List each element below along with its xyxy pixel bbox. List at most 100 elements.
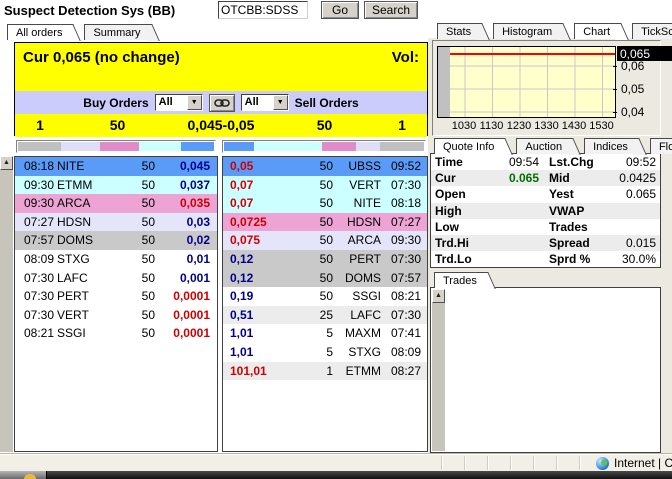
order-size: 50: [291, 231, 333, 250]
tab-analysis-tickscope[interactable]: TickScope: [632, 23, 672, 39]
ask-price: 0,075: [223, 231, 291, 250]
y-axis-label: 0,06: [621, 59, 644, 73]
quote-banner-box: Cur 0,065 (no change) Vol: Buy Orders Al…: [14, 42, 428, 136]
inside-spread: 0,045-0,05: [170, 114, 272, 137]
ask-price: 0,19: [223, 287, 291, 306]
order-size: 50: [113, 324, 155, 343]
tab-quote-indices[interactable]: Indices: [584, 138, 636, 154]
sell-order-row[interactable]: 0,072550HDSN07:27: [223, 213, 427, 232]
tab-quote-auction[interactable]: Auction: [516, 138, 570, 154]
quote-info-row: OpenYest0.065: [431, 186, 660, 202]
sell-order-row[interactable]: 0,0750NITE08:18: [223, 194, 427, 213]
buy-order-row[interactable]: 07:30VERT500,0001: [15, 306, 217, 325]
sell-order-row[interactable]: 101,011ETMM08:27: [223, 362, 427, 381]
order-size: 50: [291, 213, 333, 232]
tab-orders-summary[interactable]: Summary: [84, 24, 148, 40]
buy-order-row[interactable]: 07:30PERT500,0001: [15, 287, 217, 306]
link-books-button[interactable]: [209, 94, 235, 112]
quote-label: Trades: [539, 219, 601, 235]
order-time: 07:57: [15, 231, 57, 250]
trades-scrollbar[interactable]: ▲: [432, 289, 445, 451]
tab-analysis-stats[interactable]: Stats: [437, 23, 479, 39]
x-axis-label: 1430: [560, 120, 588, 132]
trading-app-window: Suspect Detection Sys (BB) Go Search All…: [0, 0, 672, 479]
tab-trades-trades[interactable]: Trades: [434, 272, 485, 288]
buy-size-total: 50: [65, 114, 170, 137]
bid-price: 0,045: [155, 157, 217, 176]
taskbar-button[interactable]: [0, 471, 47, 479]
search-button[interactable]: Search: [364, 1, 418, 19]
order-time: 07:41: [381, 324, 427, 343]
buy-order-row[interactable]: 09:30ARCA500,035: [15, 194, 217, 213]
sell-filter-value: All: [242, 95, 273, 110]
status-cell-divider: [487, 456, 488, 470]
tab-analysis-histogram[interactable]: Histogram: [493, 23, 560, 39]
scroll-up-icon[interactable]: ▲: [0, 156, 13, 170]
sell-order-row[interactable]: 0,5125LAFC07:30: [223, 306, 427, 325]
sell-filter-select[interactable]: All ▼: [241, 94, 289, 111]
order-size: 50: [113, 157, 155, 176]
tab-analysis-chart[interactable]: Chart: [574, 23, 618, 39]
order-size: 50: [113, 231, 155, 250]
market-maker: DOMS: [57, 231, 113, 250]
orders-tabbar: All orders Summary: [7, 24, 163, 40]
buy-order-row[interactable]: 08:21SSGI500,0001: [15, 324, 217, 343]
quote-value: 0.0425: [601, 170, 660, 186]
current-price-text: Cur 0,065 (no change): [23, 49, 180, 66]
depth-segment: [322, 142, 356, 151]
quote-info-row: Cur0.065Mid0.0425: [431, 170, 660, 186]
buy-order-row[interactable]: 07:57DOMS500,02: [15, 231, 217, 250]
order-time: 07:57: [381, 269, 427, 288]
scroll-up-icon[interactable]: ▲: [432, 289, 445, 303]
order-time: 07:30: [381, 250, 427, 269]
depth-segment: [18, 142, 61, 151]
book-scrollbar[interactable]: ▲: [0, 156, 13, 452]
symbol-input[interactable]: [218, 1, 308, 19]
tab-orders-all-orders[interactable]: All orders: [7, 24, 70, 40]
chevron-down-icon[interactable]: ▼: [273, 95, 288, 110]
sell-order-row[interactable]: 0,1950SSGI08:21: [223, 287, 427, 306]
market-maker: PERT: [57, 287, 113, 306]
quote-value: 0.015: [601, 235, 660, 251]
status-cell-divider: [510, 456, 511, 470]
sell-order-row[interactable]: 1,015STXG08:09: [223, 343, 427, 362]
market-maker: STXG: [333, 343, 381, 362]
order-time: 07:30: [15, 287, 57, 306]
y-axis-label: 0,05: [621, 82, 644, 96]
order-time: 07:30: [15, 269, 57, 288]
buy-order-row[interactable]: 07:27HDSN500,03: [15, 213, 217, 232]
x-axis-label: 1230: [505, 120, 533, 132]
quote-info-row: LowTrades: [431, 219, 660, 235]
quote-value: [601, 203, 660, 219]
tab-quote-flow[interactable]: Flow: [650, 138, 672, 154]
sell-order-row[interactable]: 0,1250DOMS07:57: [223, 269, 427, 288]
quote-label: Trd.Hi: [431, 235, 489, 251]
order-time: 08:21: [15, 324, 57, 343]
market-maker: VERT: [333, 176, 381, 195]
buy-mm-count: 1: [15, 114, 65, 137]
order-size: 50: [291, 287, 333, 306]
market-maker: NITE: [57, 157, 113, 176]
buy-filter-select[interactable]: All ▼: [155, 94, 203, 111]
sell-order-row[interactable]: 0,0750VERT07:30: [223, 176, 427, 195]
go-button[interactable]: Go: [321, 1, 359, 19]
depth-segment: [356, 142, 380, 151]
quote-label: Trd.Lo: [431, 251, 489, 267]
bid-price: 0,01: [155, 250, 217, 269]
bid-price: 0,037: [155, 176, 217, 195]
sell-order-row[interactable]: 0,0550UBSS09:52: [223, 157, 427, 176]
sell-order-row[interactable]: 1,015MAXM07:41: [223, 324, 427, 343]
sell-order-row[interactable]: 0,07550ARCA09:30: [223, 231, 427, 250]
status-cell-divider: [556, 456, 557, 470]
volume-label: Vol:: [392, 49, 419, 66]
market-maker: UBSS: [333, 157, 381, 176]
order-size: 50: [291, 176, 333, 195]
chevron-down-icon[interactable]: ▼: [187, 95, 202, 110]
buy-order-row[interactable]: 08:09STXG500,01: [15, 250, 217, 269]
buy-order-row[interactable]: 07:30LAFC500,001: [15, 269, 217, 288]
depth-segment: [139, 142, 180, 151]
buy-order-row[interactable]: 08:18NITE500,045: [15, 157, 217, 176]
tab-quote-quote-info[interactable]: Quote Info: [434, 138, 502, 154]
buy-order-row[interactable]: 09:30ETMM500,037: [15, 176, 217, 195]
sell-order-row[interactable]: 0,1250PERT07:30: [223, 250, 427, 269]
